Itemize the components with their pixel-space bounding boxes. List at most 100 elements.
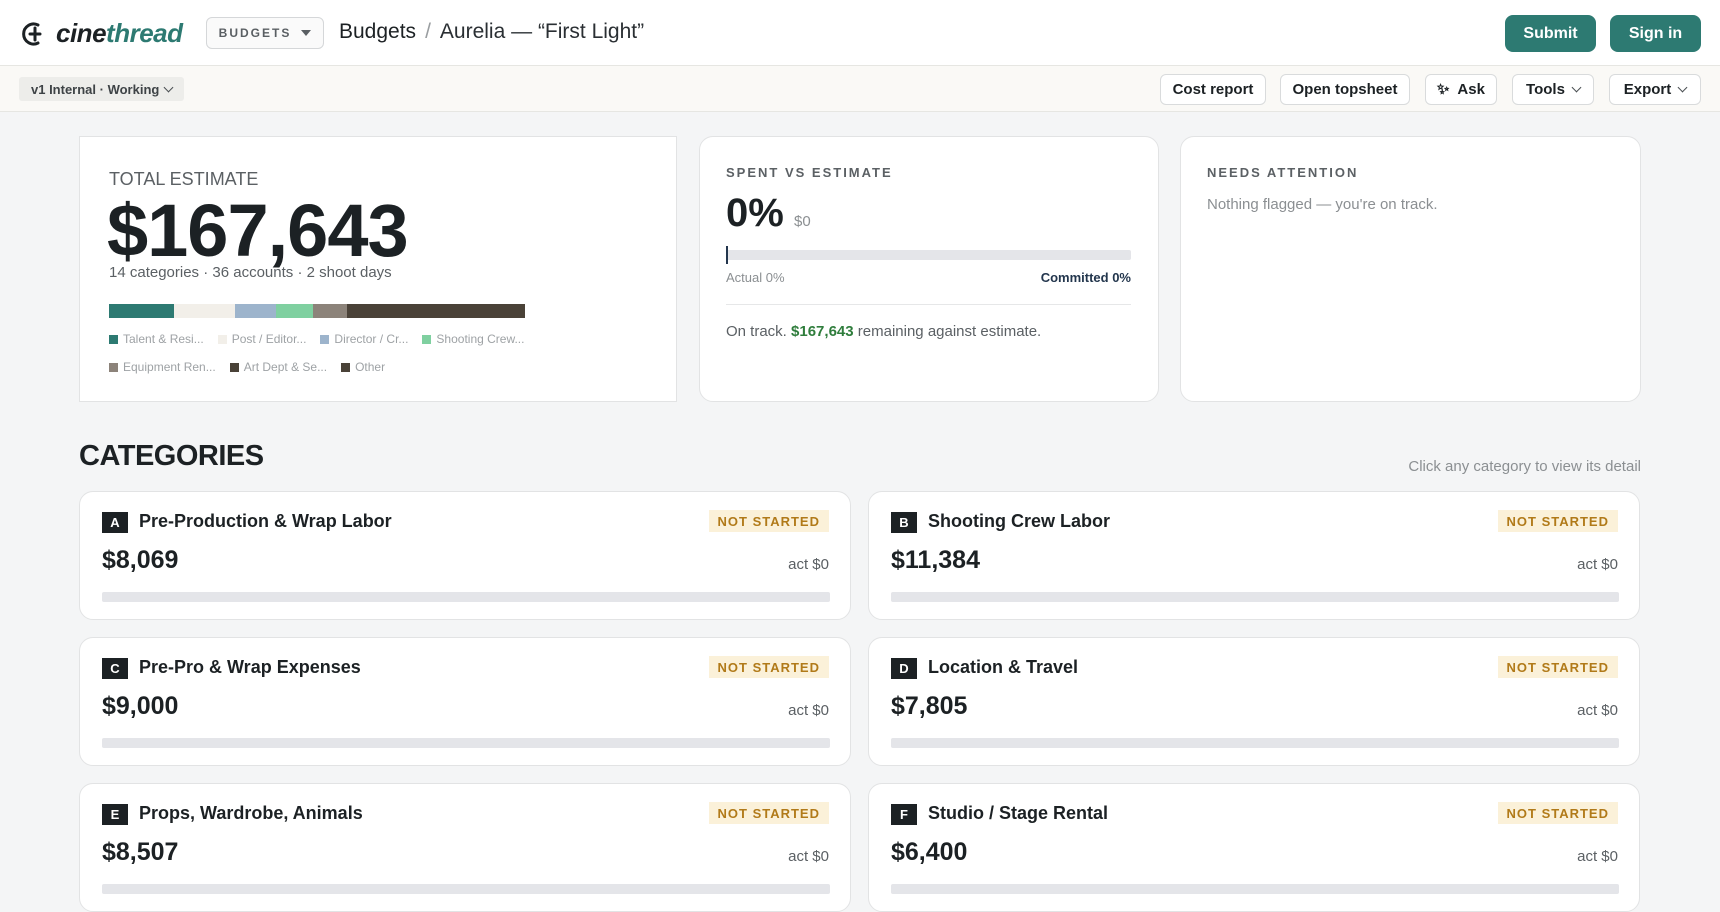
submit-button[interactable]: Submit xyxy=(1505,15,1596,52)
category-name: Location & Travel xyxy=(928,657,1079,677)
breakdown-segment xyxy=(346,304,390,318)
category-progress-bar xyxy=(102,884,830,894)
category-progress-bar xyxy=(102,592,830,602)
category-letter: F xyxy=(891,804,917,825)
category-card-f[interactable]: F Studio / Stage Rental NOT STARTED $6,4… xyxy=(868,783,1640,912)
category-legend: Talent & Resi... Post / Editor... Director… xyxy=(109,332,579,374)
module-switcher-label: BUDGETS xyxy=(218,26,292,40)
category-progress-bar xyxy=(891,884,1619,894)
category-actual: act $0 xyxy=(788,702,829,719)
breakdown-segment xyxy=(275,304,313,318)
status-badge: NOT STARTED xyxy=(708,802,829,824)
breakdown-segment xyxy=(109,304,175,318)
top-bar: cinethread BUDGETS Budgets / Aurelia — “… xyxy=(0,0,1720,66)
divider xyxy=(726,304,1131,305)
legend-swatch xyxy=(217,334,227,344)
breakdown-segment xyxy=(389,304,525,318)
category-card-e[interactable]: E Props, Wardrobe, Animals NOT STARTED $… xyxy=(79,783,851,912)
category-progress-bar xyxy=(891,738,1619,748)
total-estimate-summary: 14 categories · 36 accounts · 2 shoot da… xyxy=(109,264,392,281)
chevron-down-icon xyxy=(163,82,174,92)
category-name: Pre-Pro & Wrap Expenses xyxy=(139,657,361,677)
status-badge: NOT STARTED xyxy=(708,510,829,532)
spent-amount: $0 xyxy=(794,213,811,230)
sparkle-icon: ✨︎ xyxy=(1437,81,1450,98)
categories-hint: Click any category to view its detail xyxy=(1408,458,1641,475)
spent-vs-estimate-card: SPENT VS ESTIMATE 0% $0 Actual 0% Commit… xyxy=(699,136,1159,402)
logo[interactable]: cinethread xyxy=(18,18,183,49)
export-menu-button[interactable]: Export xyxy=(1609,74,1701,105)
ask-label: Ask xyxy=(1457,81,1485,98)
status-badge: NOT STARTED xyxy=(1497,656,1618,678)
legend-item: Equipment Ren... xyxy=(109,360,216,374)
logo-text: cinethread xyxy=(56,18,183,48)
category-card-c[interactable]: C Pre-Pro & Wrap Expenses NOT STARTED $9… xyxy=(79,637,851,766)
category-name: Shooting Crew Labor xyxy=(928,511,1110,531)
legend-swatch xyxy=(422,334,432,344)
category-name: Studio / Stage Rental xyxy=(928,803,1109,823)
legend-swatch xyxy=(320,334,330,344)
breadcrumb-project: Aurelia — “First Light” xyxy=(439,20,645,43)
spent-percentage: 0% xyxy=(726,191,784,235)
spent-progress-bar xyxy=(726,246,1131,264)
chevron-down-icon xyxy=(1677,82,1688,93)
category-letter: B xyxy=(891,512,917,533)
remaining-amount: $167,643 xyxy=(791,323,854,340)
legend-swatch xyxy=(109,334,118,344)
breadcrumb-budgets[interactable]: Budgets xyxy=(339,20,416,44)
category-amount: $8,507 xyxy=(102,838,179,866)
legend-item: Post / Editor... xyxy=(217,332,307,346)
ask-button[interactable]: ✨︎ Ask xyxy=(1425,74,1497,105)
category-name: Props, Wardrobe, Animals xyxy=(139,803,363,823)
category-progress-bar xyxy=(891,592,1619,602)
spent-progress-marker xyxy=(726,246,728,264)
tools-menu-button[interactable]: Tools xyxy=(1512,74,1594,105)
category-amount: $6,400 xyxy=(891,838,968,866)
categories-heading: CATEGORIES xyxy=(79,440,264,472)
status-badge: NOT STARTED xyxy=(1497,510,1618,532)
category-actual: act $0 xyxy=(788,556,829,573)
category-letter: D xyxy=(891,658,917,679)
open-topsheet-button[interactable]: Open topsheet xyxy=(1280,74,1410,105)
category-card-b[interactable]: B Shooting Crew Labor NOT STARTED $11,38… xyxy=(868,491,1640,620)
legend-item: Art Dept & Se... xyxy=(229,360,328,374)
committed-percentage: Committed 0% xyxy=(1040,270,1131,285)
total-estimate-card: TOTAL ESTIMATE $167,643 14 categories · … xyxy=(79,136,677,402)
breakdown-segment xyxy=(174,304,236,318)
category-actual: act $0 xyxy=(1577,702,1618,719)
category-card-d[interactable]: D Location & Travel NOT STARTED $7,805 a… xyxy=(868,637,1640,766)
version-selector[interactable]: v1 Internal · Working xyxy=(19,77,185,101)
actual-percentage: Actual 0% xyxy=(726,270,785,285)
legend-item: Talent & Resi... xyxy=(109,332,204,346)
cinethread-logo-icon xyxy=(22,22,42,45)
legend-swatch xyxy=(229,362,239,372)
category-actual: act $0 xyxy=(1577,848,1618,865)
sign-in-button[interactable]: Sign in xyxy=(1610,15,1701,52)
legend-item: Director / Cr... xyxy=(320,332,408,346)
legend-label: Post / Editor... xyxy=(231,332,307,346)
status-badge: NOT STARTED xyxy=(708,656,829,678)
module-switcher[interactable]: BUDGETS xyxy=(206,17,324,49)
category-letter: C xyxy=(102,658,128,679)
category-name: Pre-Production & Wrap Labor xyxy=(139,511,392,531)
needs-attention-label: NEEDS ATTENTION xyxy=(1207,165,1359,180)
legend-label: Art Dept & Se... xyxy=(243,360,328,374)
status-badge: NOT STARTED xyxy=(1497,802,1618,824)
breadcrumb-separator: / xyxy=(425,20,431,43)
legend-swatch xyxy=(341,362,351,372)
category-amount: $8,069 xyxy=(102,546,179,574)
legend-label: Equipment Ren... xyxy=(123,360,216,374)
category-progress-bar xyxy=(102,738,830,748)
export-label: Export xyxy=(1623,81,1672,98)
legend-item: Shooting Crew... xyxy=(422,332,524,346)
legend-label: Other xyxy=(355,360,386,374)
category-actual: act $0 xyxy=(788,848,829,865)
cost-report-button[interactable]: Cost report xyxy=(1160,74,1266,105)
tools-label: Tools xyxy=(1526,81,1565,98)
spent-vs-estimate-label: SPENT VS ESTIMATE xyxy=(726,165,893,180)
category-card-a[interactable]: A Pre-Production & Wrap Labor NOT STARTE… xyxy=(79,491,851,620)
needs-attention-card: NEEDS ATTENTION Nothing flagged — you're… xyxy=(1180,136,1641,402)
caret-down-icon xyxy=(301,30,312,36)
legend-label: Director / Cr... xyxy=(334,332,409,346)
breakdown-segment xyxy=(235,304,276,318)
